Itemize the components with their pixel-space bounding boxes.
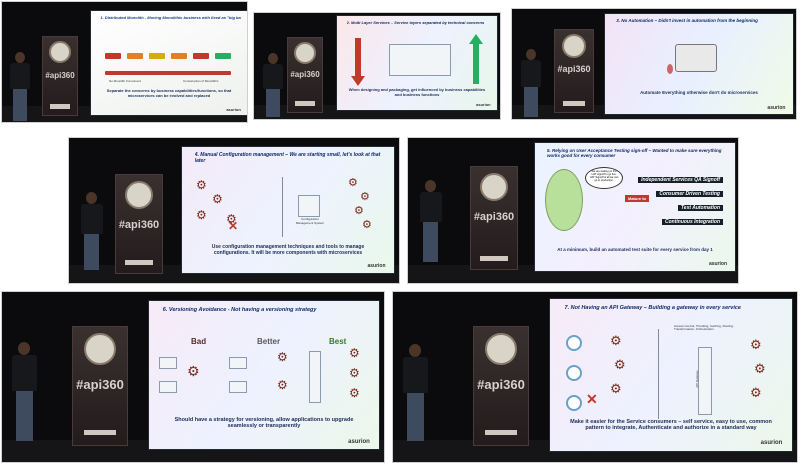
gear-icon: ⚙ (277, 378, 288, 392)
photo-slide-4: #api360 4. Manual Configuration manageme… (68, 137, 400, 284)
photo-slide-1: #api360 1. Distributed Monolith - Moving… (1, 1, 248, 123)
photo-slide-5: #api360 5. Relying on User Acceptance Te… (407, 137, 739, 284)
api360-logo (485, 333, 517, 365)
gear-icon: ⚙ (362, 218, 372, 231)
gear-icon: ⚙ (610, 334, 622, 349)
gear-icon: ⚙ (348, 176, 358, 189)
photo-slide-6: #api360 6. Versioning Avoidance - Not ha… (1, 291, 385, 463)
api360-logo (125, 181, 153, 209)
event-banner: #api360 (470, 166, 518, 270)
slide-1: 1. Distributed Monolith - Moving Monolit… (90, 10, 247, 116)
gear-icon: ⚙ (349, 366, 360, 380)
gear-icon: ⚙ (277, 350, 288, 364)
event-banner: #api360 (473, 326, 529, 446)
slide-3: 3. No Automation – Didn't invest in auto… (604, 13, 794, 115)
gear-icon: ⚙ (614, 358, 626, 373)
gear-icon: ⚙ (610, 382, 622, 397)
gear-icon: ⚙ (212, 192, 223, 206)
gear-icon: ⚙ (196, 178, 207, 192)
api360-logo (294, 42, 316, 64)
event-banner: #api360 (287, 37, 323, 113)
event-banner: #api360 (42, 36, 78, 116)
api360-logo (49, 41, 71, 63)
event-banner: #api360 (72, 326, 128, 446)
slide-2: 2. Multi Layer Services – Service layers… (336, 15, 498, 111)
gear-icon: ⚙ (349, 346, 360, 360)
gear-icon: ⚙ (750, 386, 762, 401)
api360-logo (480, 173, 508, 201)
photo-slide-7: #api360 7. Not Having an API Gateway – B… (392, 291, 798, 463)
event-banner: #api360 (554, 29, 594, 113)
gear-icon: ⚙ (360, 190, 370, 203)
event-banner: #api360 (115, 174, 163, 274)
slide-4: 4. Manual Configuration management – We … (181, 146, 395, 274)
config-management-box (298, 195, 320, 217)
gear-icon: ⚙ (354, 204, 364, 217)
gear-icon: ⚙ (750, 338, 762, 353)
slide-6: 6. Versioning Avoidance - Not having a v… (148, 300, 380, 450)
gear-icon: ⚙ (754, 362, 766, 377)
api360-logo (84, 333, 116, 365)
api360-logo (562, 34, 586, 58)
slide-5: 5. Relying on User Acceptance Testing si… (534, 142, 736, 272)
gear-icon: ⚙ (196, 208, 207, 222)
photo-slide-2: #api360 2. Multi Layer Services – Servic… (253, 12, 501, 120)
gear-icon: ⚙ (187, 364, 200, 380)
gear-icon: ⚙ (349, 386, 360, 400)
slide-7: 7. Not Having an API Gateway – Building … (549, 298, 793, 452)
photo-slide-3: #api360 3. No Automation – Didn't invest… (511, 8, 797, 120)
